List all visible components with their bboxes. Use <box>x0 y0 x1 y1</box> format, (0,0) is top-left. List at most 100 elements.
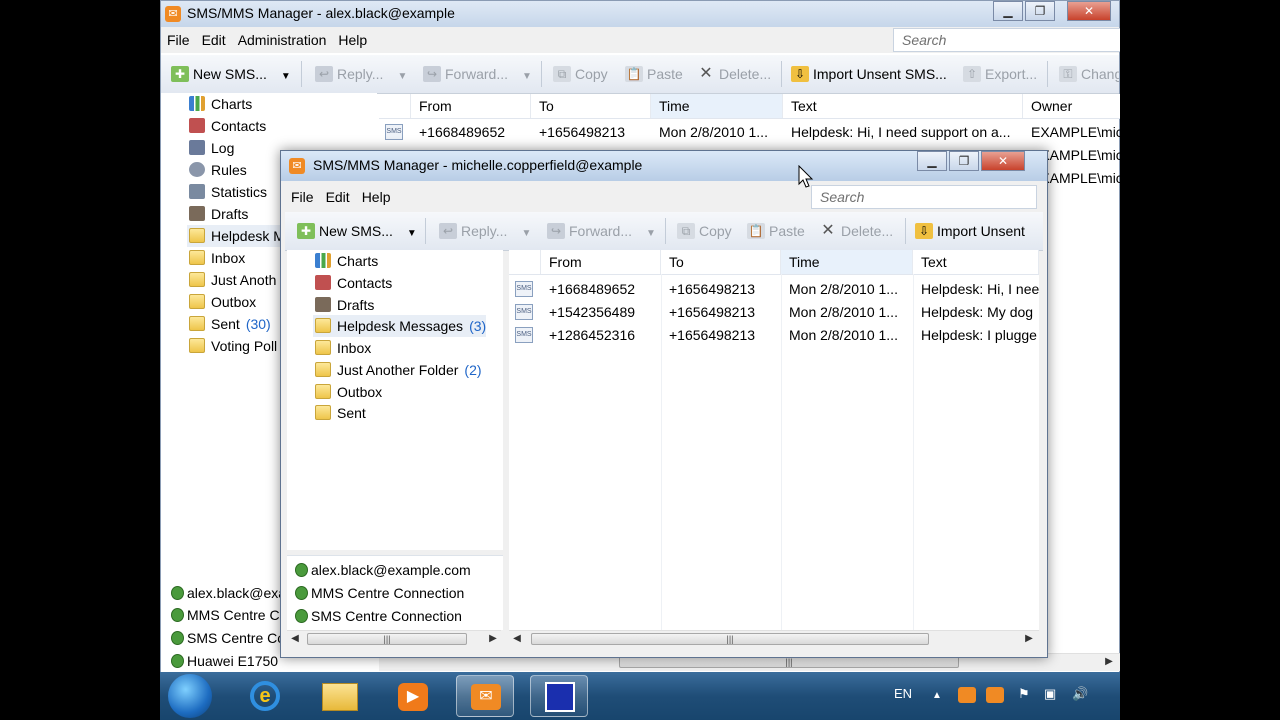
forward-button[interactable]: ↪ Forward... ▼ <box>421 55 532 93</box>
tree-item-inbox[interactable]: Inbox <box>187 247 245 269</box>
delete-button[interactable]: ✕ Delete... <box>817 212 893 250</box>
connection-item[interactable]: alex.black@exa <box>169 582 286 604</box>
scroll-right-arrow[interactable]: ▶ <box>1101 654 1117 670</box>
front-titlebar[interactable]: ✉ SMS/MMS Manager - michelle.copperfield… <box>281 151 1047 181</box>
back-search-input[interactable]: Search <box>893 28 1120 52</box>
new-sms-button[interactable]: ✚ New SMS... ▼ <box>295 212 417 250</box>
table-row[interactable]: SMS +1542356489 +1656498213 Mon 2/8/2010… <box>509 301 1039 324</box>
tray-app-icon[interactable] <box>958 687 976 703</box>
tree-item-inbox[interactable]: Inbox <box>313 337 371 359</box>
tree-item-outbox[interactable]: Outbox <box>313 381 382 403</box>
start-button[interactable] <box>168 674 212 718</box>
menu-edit[interactable]: Edit <box>196 27 232 53</box>
column-text[interactable]: Text <box>913 250 1039 274</box>
menu-file[interactable]: File <box>161 27 196 53</box>
chevron-down-icon[interactable]: ▼ <box>397 71 407 82</box>
copy-button[interactable]: ⧉ Copy <box>551 55 608 93</box>
connection-item[interactable]: SMS Centre Connection <box>293 605 462 627</box>
tree-item-drafts[interactable]: Drafts <box>313 294 374 316</box>
tree-item-sent[interactable]: Sent <box>313 402 366 424</box>
copy-button[interactable]: ⧉ Copy <box>675 212 732 250</box>
scroll-right-arrow[interactable]: ▶ <box>1021 631 1037 647</box>
back-titlebar[interactable]: ✉ SMS/MMS Manager - alex.black@example ▁… <box>161 1 1119 27</box>
connection-item[interactable]: MMS Centre Connection <box>293 582 464 604</box>
column-time[interactable]: Time <box>651 94 783 118</box>
chevron-down-icon[interactable]: ▼ <box>281 71 291 82</box>
show-hidden-icons[interactable]: ▲ <box>932 690 942 701</box>
taskbar-explorer-button[interactable] <box>310 675 368 717</box>
taskbar-media-button[interactable]: ▶ <box>384 675 442 717</box>
minimize-button[interactable]: ▁ <box>993 1 1023 21</box>
language-indicator[interactable]: EN <box>894 686 912 701</box>
chevron-down-icon[interactable]: ▼ <box>646 228 656 239</box>
table-row[interactable]: SMS +1668489652 +1656498213 Mon 2/8/2010… <box>509 278 1039 301</box>
new-sms-button[interactable]: ✚ New SMS... ▼ <box>169 55 291 93</box>
tree-item-sent[interactable]: Sent (30) <box>187 313 271 335</box>
scrollbar-thumb[interactable]: ||| <box>531 633 929 645</box>
taskbar-ie-button[interactable]: e <box>236 675 294 717</box>
tree-item-helpdesk-messages[interactable]: Helpdesk Messages (3) <box>313 315 487 337</box>
network-icon[interactable]: ▣ <box>1044 686 1056 702</box>
column-time[interactable]: Time <box>781 250 913 274</box>
tree-item-contacts[interactable]: Contacts <box>187 115 266 137</box>
export-button[interactable]: ⇧ Export... <box>961 55 1037 93</box>
front-search-input[interactable]: Search <box>811 185 1037 209</box>
volume-icon[interactable]: 🔊 <box>1072 686 1088 702</box>
menu-edit[interactable]: Edit <box>320 184 356 210</box>
tree-item-charts[interactable]: Charts <box>187 93 252 115</box>
menu-file[interactable]: File <box>285 184 320 210</box>
connection-item[interactable]: SMS Centre Co <box>169 627 285 649</box>
flag-icon[interactable]: ⚑ <box>1018 686 1030 702</box>
scroll-left-arrow[interactable]: ◀ <box>287 631 303 647</box>
menu-administration[interactable]: Administration <box>232 27 333 53</box>
connection-item[interactable]: Huawei E1750 <box>169 650 278 672</box>
taskbar-sms-manager-button[interactable]: ✉ <box>456 675 514 717</box>
tree-item-just-another-folder[interactable]: Just Another Folder (2) <box>313 359 482 381</box>
column-icon[interactable] <box>509 250 541 274</box>
delete-button[interactable]: ✕ Delete... <box>695 55 771 93</box>
maximize-button[interactable]: ❐ <box>949 151 979 171</box>
import-unsent-button[interactable]: ⇩ Import Unsent SMS... <box>789 55 947 93</box>
column-to[interactable]: To <box>661 250 781 274</box>
tree-item-voting[interactable]: Voting Poll <box>187 335 277 357</box>
connection-item[interactable]: MMS Centre C <box>169 604 280 626</box>
table-row[interactable]: SMS +1286452316 +1656498213 Mon 2/8/2010… <box>509 324 1039 347</box>
connection-item[interactable]: alex.black@example.com <box>293 559 471 581</box>
list-horizontal-scrollbar[interactable]: ◀ ||| ▶ <box>509 630 1039 648</box>
tree-horizontal-scrollbar[interactable]: ◀ ||| ▶ <box>287 630 501 648</box>
tree-item-contacts[interactable]: Contacts <box>313 272 392 294</box>
scroll-left-arrow[interactable]: ◀ <box>509 631 525 647</box>
table-row[interactable]: SMS +1668489652 +1656498213 Mon 2/8/2010… <box>379 121 1120 144</box>
menu-help[interactable]: Help <box>332 27 373 53</box>
minimize-button[interactable]: ▁ <box>917 151 947 171</box>
tree-item-statistics[interactable]: Statistics <box>187 181 267 203</box>
forward-button[interactable]: ↪ Forward... ▼ <box>545 212 656 250</box>
column-from[interactable]: From <box>411 94 531 118</box>
tree-item-drafts[interactable]: Drafts <box>187 203 248 225</box>
chevron-down-icon[interactable]: ▼ <box>407 228 417 239</box>
close-button[interactable]: ✕ <box>1067 1 1111 21</box>
reply-button[interactable]: ↩ Reply... ▼ <box>437 212 531 250</box>
tree-item-log[interactable]: Log <box>187 137 234 159</box>
taskbar-remote-button[interactable] <box>530 675 588 717</box>
tree-item-outbox[interactable]: Outbox <box>187 291 256 313</box>
paste-button[interactable]: 📋 Paste <box>745 212 805 250</box>
column-to[interactable]: To <box>531 94 651 118</box>
menu-help[interactable]: Help <box>356 184 397 210</box>
chevron-down-icon[interactable]: ▼ <box>522 71 532 82</box>
column-icon[interactable] <box>379 94 411 118</box>
chevron-down-icon[interactable]: ▼ <box>521 228 531 239</box>
reply-button[interactable]: ↩ Reply... ▼ <box>313 55 407 93</box>
scrollbar-thumb[interactable]: ||| <box>307 633 467 645</box>
change-button[interactable]: ⚿ Chang <box>1057 55 1119 93</box>
scroll-right-arrow[interactable]: ▶ <box>485 631 501 647</box>
close-button[interactable]: ✕ <box>981 151 1025 171</box>
tree-item-charts[interactable]: Charts <box>313 250 378 272</box>
column-owner[interactable]: Owner <box>1023 94 1120 118</box>
tree-item-just-another[interactable]: Just Anoth <box>187 269 276 291</box>
tree-item-rules[interactable]: Rules <box>187 159 247 181</box>
column-from[interactable]: From <box>541 250 661 274</box>
maximize-button[interactable]: ❐ <box>1025 1 1055 21</box>
paste-button[interactable]: 📋 Paste <box>623 55 683 93</box>
import-unsent-button[interactable]: ⇩ Import Unsent <box>913 212 1025 250</box>
